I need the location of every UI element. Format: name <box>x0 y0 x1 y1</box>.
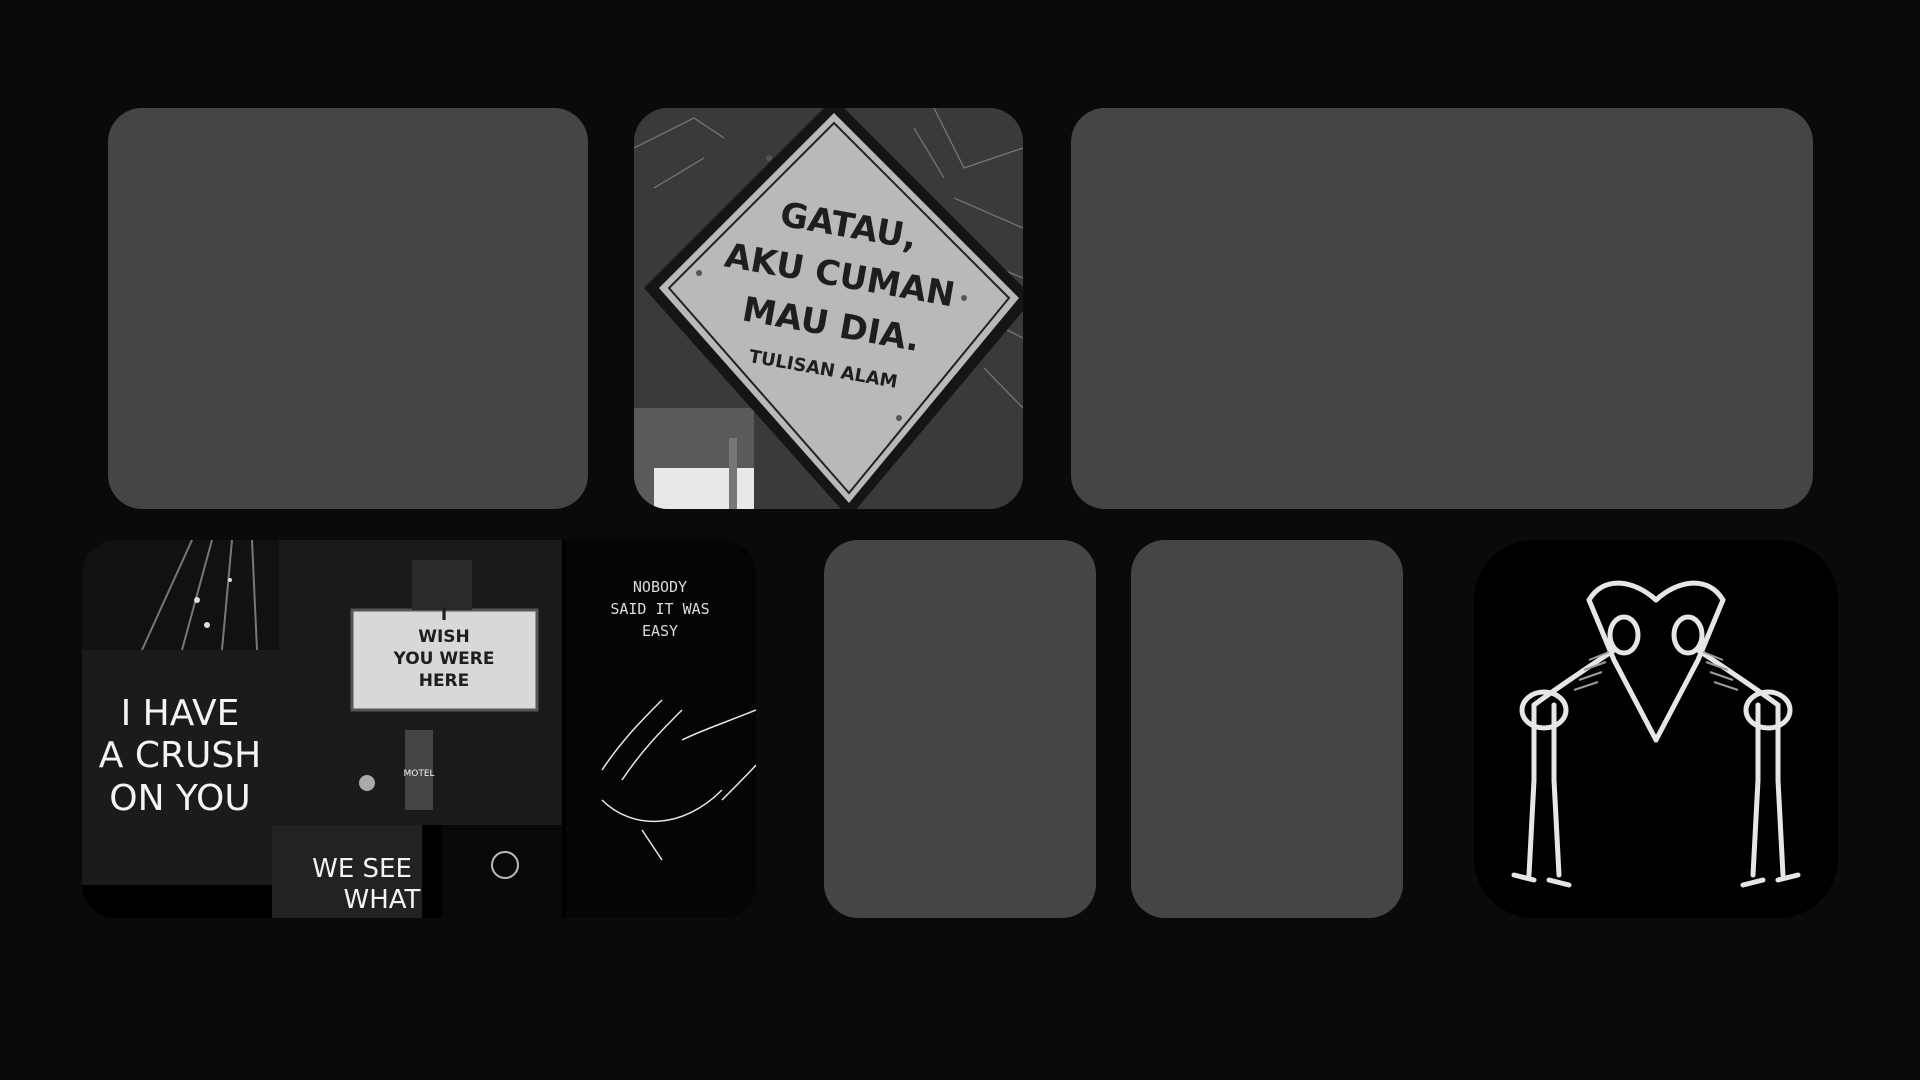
widget-grid: GATAU, AKU CUMAN MAU DIA. TULISAN ALAM I… <box>0 0 1920 1080</box>
neon-line-1: I HAVE <box>121 693 240 734</box>
marquee-line-3: YOU WERE <box>393 649 495 669</box>
placeholder-tile-top-wide[interactable] <box>1071 108 1813 509</box>
placeholder-tile-top-left[interactable] <box>108 108 588 509</box>
road-sign-photo-tile[interactable]: GATAU, AKU CUMAN MAU DIA. TULISAN ALAM <box>634 108 1023 509</box>
marquee-line-1: I <box>441 605 447 625</box>
placeholder-tile-bottom-2[interactable] <box>1131 540 1403 918</box>
poster-line-3: EASY <box>642 622 678 640</box>
road-sign-photo: GATAU, AKU CUMAN MAU DIA. TULISAN ALAM <box>634 108 1023 509</box>
aesthetic-collage: I HAVE A CRUSH ON YOU I WISH YOU WERE HE… <box>82 540 756 918</box>
neon-line-3: ON YOU <box>109 778 250 819</box>
marquee-line-2: WISH <box>418 627 470 647</box>
we-see-line-1: WE SEE <box>312 854 412 884</box>
placeholder-tile-bottom-1[interactable] <box>824 540 1096 918</box>
neon-line-2: A CRUSH <box>99 735 262 776</box>
xray-skeletons-photo <box>1474 540 1838 918</box>
we-see-line-2: WHAT <box>344 885 421 915</box>
aesthetic-collage-tile[interactable]: I HAVE A CRUSH ON YOU I WISH YOU WERE HE… <box>82 540 756 918</box>
poster-line-1: NOBODY <box>633 578 687 596</box>
xray-skeletons-photo-tile[interactable] <box>1474 540 1838 918</box>
marquee-line-4: HERE <box>419 671 470 691</box>
poster-line-2: SAID IT WAS <box>610 600 709 618</box>
motel-sign: MOTEL <box>403 769 434 779</box>
